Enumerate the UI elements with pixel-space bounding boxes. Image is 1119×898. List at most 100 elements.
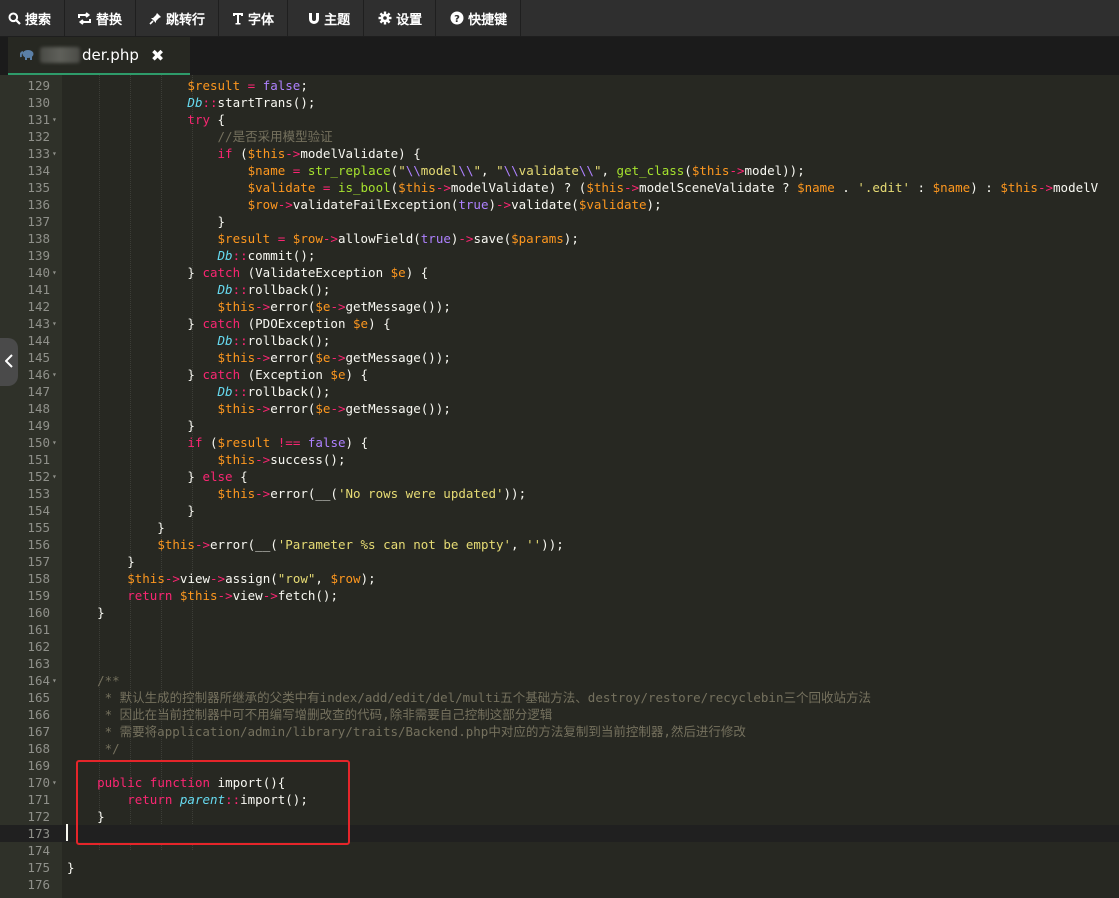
goto-line-button-label: 跳转行 (166, 12, 206, 28)
code-line[interactable]: 133 ▾ if ($this->modelValidate) { (0, 145, 1119, 162)
help-icon: ? (450, 11, 464, 25)
code-line[interactable]: 134 $name = str_replace("\\model\\", "\\… (0, 162, 1119, 179)
fold-arrow-icon[interactable]: ▾ (52, 774, 57, 791)
code-line[interactable]: 144 Db::rollback(); (0, 332, 1119, 349)
code-text: $this->error($e->getMessage()); (217, 350, 451, 365)
line-number: 168 (27, 741, 50, 756)
fold-arrow-icon[interactable]: ▾ (52, 111, 57, 128)
code-line[interactable]: 129 $result = false; (0, 77, 1119, 94)
code-line[interactable]: 136 $row->validateFailException(true)->v… (0, 196, 1119, 213)
code-text: Db::rollback(); (217, 384, 331, 399)
fold-arrow-icon[interactable]: ▾ (52, 672, 57, 689)
fold-arrow-icon[interactable]: ▾ (52, 468, 57, 485)
code-line[interactable]: 167 * 需要将application/admin/library/trait… (0, 723, 1119, 740)
code-line[interactable]: 147 Db::rollback(); (0, 383, 1119, 400)
code-line[interactable]: 150 ▾ if ($result !== false) { (0, 434, 1119, 451)
code-line[interactable]: 155 } (0, 519, 1119, 536)
code-line[interactable]: 176 (0, 876, 1119, 893)
code-line[interactable]: 149 } (0, 417, 1119, 434)
code-text: } else { (67, 469, 248, 484)
code-text: if ($this->modelValidate) { (217, 146, 421, 161)
editor-toolbar: 搜索 替换 跳转行 字体 主题 设置 ? 快捷键 (0, 0, 1119, 37)
line-number: 141 (27, 282, 50, 297)
theme-button[interactable]: 主题 (288, 0, 365, 36)
code-line[interactable]: 139 Db::commit(); (0, 247, 1119, 264)
fold-arrow-icon[interactable]: ▾ (52, 366, 57, 383)
code-text: } (67, 554, 135, 569)
shortcuts-button-label: 快捷键 (468, 12, 508, 28)
theme-button-label: 主题 (324, 12, 351, 28)
line-number: 172 (27, 809, 50, 824)
fold-arrow-icon[interactable]: ▾ (52, 264, 57, 281)
code-line[interactable]: 156 $this->error(__('Parameter %s can no… (0, 536, 1119, 553)
close-icon[interactable]: ✖ (151, 46, 164, 65)
code-line[interactable]: 148 $this->error($e->getMessage()); (0, 400, 1119, 417)
sidebar-toggle[interactable] (0, 338, 18, 386)
code-text: * 因此在当前控制器中可不用编写增删改查的代码,除非需要自己控制这部分逻辑 (97, 707, 553, 722)
line-number: 138 (27, 231, 50, 246)
shortcuts-button[interactable]: ? 快捷键 (436, 0, 522, 36)
line-number: 140 (27, 265, 50, 280)
code-line[interactable]: 159 return $this->view->fetch(); (0, 587, 1119, 604)
replace-icon (77, 11, 92, 25)
code-line[interactable]: 175} (0, 859, 1119, 876)
line-number: 160 (27, 605, 50, 620)
code-line[interactable]: 146 ▾ } catch (Exception $e) { (0, 366, 1119, 383)
line-number: 171 (27, 792, 50, 807)
file-tab-name: der.php (82, 46, 139, 64)
code-line[interactable]: 137 } (0, 213, 1119, 230)
code-line[interactable]: 131 ▾ try { (0, 111, 1119, 128)
code-line[interactable]: 161 (0, 621, 1119, 638)
pin-icon (149, 12, 162, 25)
code-line[interactable]: 154 } (0, 502, 1119, 519)
code-line[interactable]: 143 ▾ } catch (PDOException $e) { (0, 315, 1119, 332)
code-text: if ($result !== false) { (187, 435, 369, 450)
code-line[interactable]: 152 ▾ } else { (0, 468, 1119, 485)
file-tab[interactable]: der.php ✖ (8, 37, 190, 75)
redacted-filename (40, 47, 80, 63)
code-line[interactable]: 153 $this->error(__('No rows were update… (0, 485, 1119, 502)
code-line[interactable]: 145 $this->error($e->getMessage()); (0, 349, 1119, 366)
code-line[interactable]: 130 Db::startTrans(); (0, 94, 1119, 111)
code-line[interactable]: 162 (0, 638, 1119, 655)
line-number: 133 (27, 146, 50, 161)
code-line[interactable]: 160 } (0, 604, 1119, 621)
code-line[interactable]: 142 $this->error($e->getMessage()); (0, 298, 1119, 315)
line-number: 173 (27, 826, 50, 841)
line-number: 166 (27, 707, 50, 722)
code-editor[interactable]: 129 $result = false; 130 Db::startTrans()… (0, 75, 1119, 898)
line-number: 159 (27, 588, 50, 603)
code-line[interactable]: 163 (0, 655, 1119, 672)
search-button[interactable]: 搜索 (0, 0, 66, 36)
code-line[interactable]: 140 ▾ } catch (ValidateException $e) { (0, 264, 1119, 281)
code-text: } catch (Exception $e) { (67, 367, 369, 382)
code-line[interactable]: 166 * 因此在当前控制器中可不用编写增删改查的代码,除非需要自己控制这部分逻… (0, 706, 1119, 723)
code-text: */ (97, 741, 120, 756)
code-line[interactable]: 165 * 默认生成的控制器所继承的父类中有index/add/edit/del… (0, 689, 1119, 706)
settings-button[interactable]: 设置 (364, 0, 437, 36)
code-line[interactable]: 138 $result = $row->allowField(true)->sa… (0, 230, 1119, 247)
code-text: } (67, 503, 195, 518)
fold-arrow-icon[interactable]: ▾ (52, 315, 57, 332)
replace-button[interactable]: 替换 (65, 0, 137, 36)
font-button[interactable]: 字体 (219, 0, 289, 36)
line-number: 169 (27, 758, 50, 773)
fold-arrow-icon[interactable]: ▾ (52, 145, 57, 162)
replace-button-label: 替换 (96, 12, 123, 28)
code-line[interactable]: 135 $validate = is_bool($this->modelVali… (0, 179, 1119, 196)
code-line[interactable]: 168 */ (0, 740, 1119, 757)
font-button-label: 字体 (248, 12, 275, 28)
code-line[interactable]: 141 Db::rollback(); (0, 281, 1119, 298)
fold-arrow-icon[interactable]: ▾ (52, 434, 57, 451)
code-line[interactable]: 158 $this->view->assign("row", $row); (0, 570, 1119, 587)
code-text: } catch (ValidateException $e) { (67, 265, 429, 280)
code-text: Db::commit(); (217, 248, 316, 263)
goto-line-button[interactable]: 跳转行 (136, 0, 220, 36)
code-text: $this->error($e->getMessage()); (217, 401, 451, 416)
line-number: 165 (27, 690, 50, 705)
code-line[interactable]: 151 $this->success(); (0, 451, 1119, 468)
code-line[interactable]: 164 ▾ /** (0, 672, 1119, 689)
code-text: * 需要将application/admin/library/traits/Ba… (97, 724, 746, 739)
code-line[interactable]: 132 //是否采用模型验证 (0, 128, 1119, 145)
code-line[interactable]: 157 } (0, 553, 1119, 570)
